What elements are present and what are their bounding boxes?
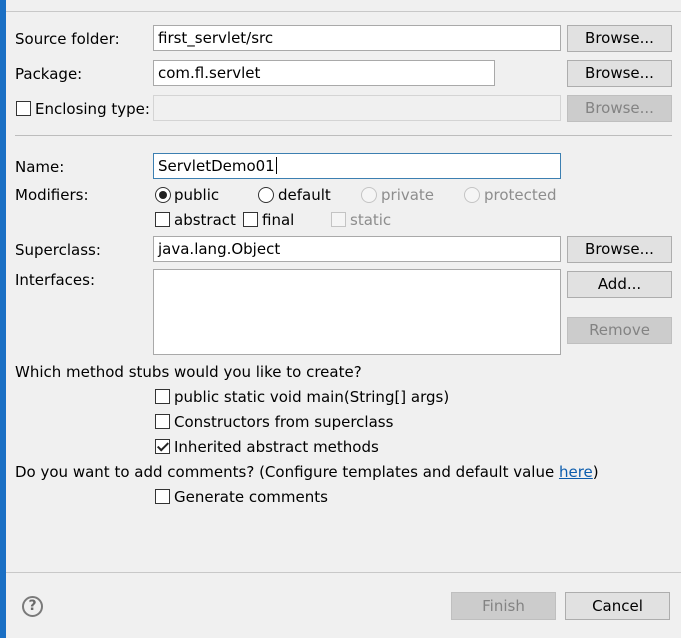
- stub-constructors-label: Constructors from superclass: [174, 413, 394, 431]
- modifier-abstract-checkbox[interactable]: [155, 212, 170, 227]
- stub-constructors-checkbox[interactable]: [155, 414, 170, 429]
- text-caret: [275, 157, 277, 174]
- comments-question: Do you want to add comments? (Configure …: [15, 462, 599, 482]
- modifier-default-label: default: [278, 186, 331, 204]
- modifier-abstract-label: abstract: [174, 211, 236, 229]
- modifier-final-checkbox[interactable]: [243, 212, 258, 227]
- cancel-button[interactable]: Cancel: [565, 592, 670, 620]
- modifier-public-radio[interactable]: [155, 187, 171, 203]
- superclass-label: Superclass:: [15, 241, 101, 259]
- interfaces-list[interactable]: [153, 269, 561, 355]
- source-folder-label: Source folder:: [15, 30, 120, 48]
- generate-comments-label: Generate comments: [174, 488, 328, 506]
- package-label: Package:: [15, 65, 83, 83]
- modifier-static-label: static: [350, 211, 392, 229]
- name-label: Name:: [15, 158, 65, 176]
- modifiers-label: Modifiers:: [15, 186, 89, 204]
- interfaces-add-button[interactable]: Add...: [567, 271, 672, 298]
- modifier-public-label: public: [174, 186, 220, 204]
- superclass-input[interactable]: java.lang.Object: [153, 236, 561, 262]
- stub-inherited-label: Inherited abstract methods: [174, 438, 379, 456]
- modifier-final-label: final: [262, 211, 295, 229]
- generate-comments-checkbox[interactable]: [155, 489, 170, 504]
- comments-question-text: Do you want to add comments? (Configure …: [15, 463, 559, 481]
- superclass-browse-button[interactable]: Browse...: [567, 236, 672, 263]
- enclosing-type-label: Enclosing type:: [35, 100, 150, 118]
- enclosing-type-checkbox[interactable]: [16, 101, 31, 116]
- modifier-static-checkbox[interactable]: [331, 212, 346, 227]
- modifier-private-radio[interactable]: [361, 187, 377, 203]
- separator: [15, 135, 672, 136]
- package-browse-button[interactable]: Browse...: [567, 60, 672, 87]
- modifier-private-label: private: [381, 186, 435, 204]
- interfaces-remove-button[interactable]: Remove: [567, 317, 672, 344]
- stub-inherited-checkbox[interactable]: [155, 439, 170, 454]
- modifier-protected-label: protected: [484, 186, 557, 204]
- name-input[interactable]: ServletDemo01: [153, 153, 561, 179]
- enclosing-type-input[interactable]: [153, 95, 561, 121]
- modifier-default-radio[interactable]: [258, 187, 274, 203]
- package-input[interactable]: com.fl.servlet: [153, 60, 495, 86]
- help-icon[interactable]: ?: [22, 596, 43, 617]
- name-value: ServletDemo01: [158, 157, 275, 175]
- enclosing-type-browse-button[interactable]: Browse...: [567, 95, 672, 122]
- method-stubs-question: Which method stubs would you like to cre…: [15, 363, 362, 381]
- configure-templates-link[interactable]: here: [559, 463, 593, 481]
- top-edge: [6, 0, 681, 12]
- source-folder-input[interactable]: first_servlet/src: [153, 25, 561, 51]
- left-window-edge: [0, 0, 6, 638]
- interfaces-label: Interfaces:: [15, 271, 96, 289]
- stub-main-label: public static void main(String[] args): [174, 388, 450, 406]
- modifier-protected-radio[interactable]: [464, 187, 480, 203]
- source-folder-browse-button[interactable]: Browse...: [567, 25, 672, 52]
- stub-main-checkbox[interactable]: [155, 389, 170, 404]
- comments-question-suffix: ): [592, 463, 599, 481]
- footer-separator: [6, 572, 681, 573]
- finish-button[interactable]: Finish: [451, 592, 556, 620]
